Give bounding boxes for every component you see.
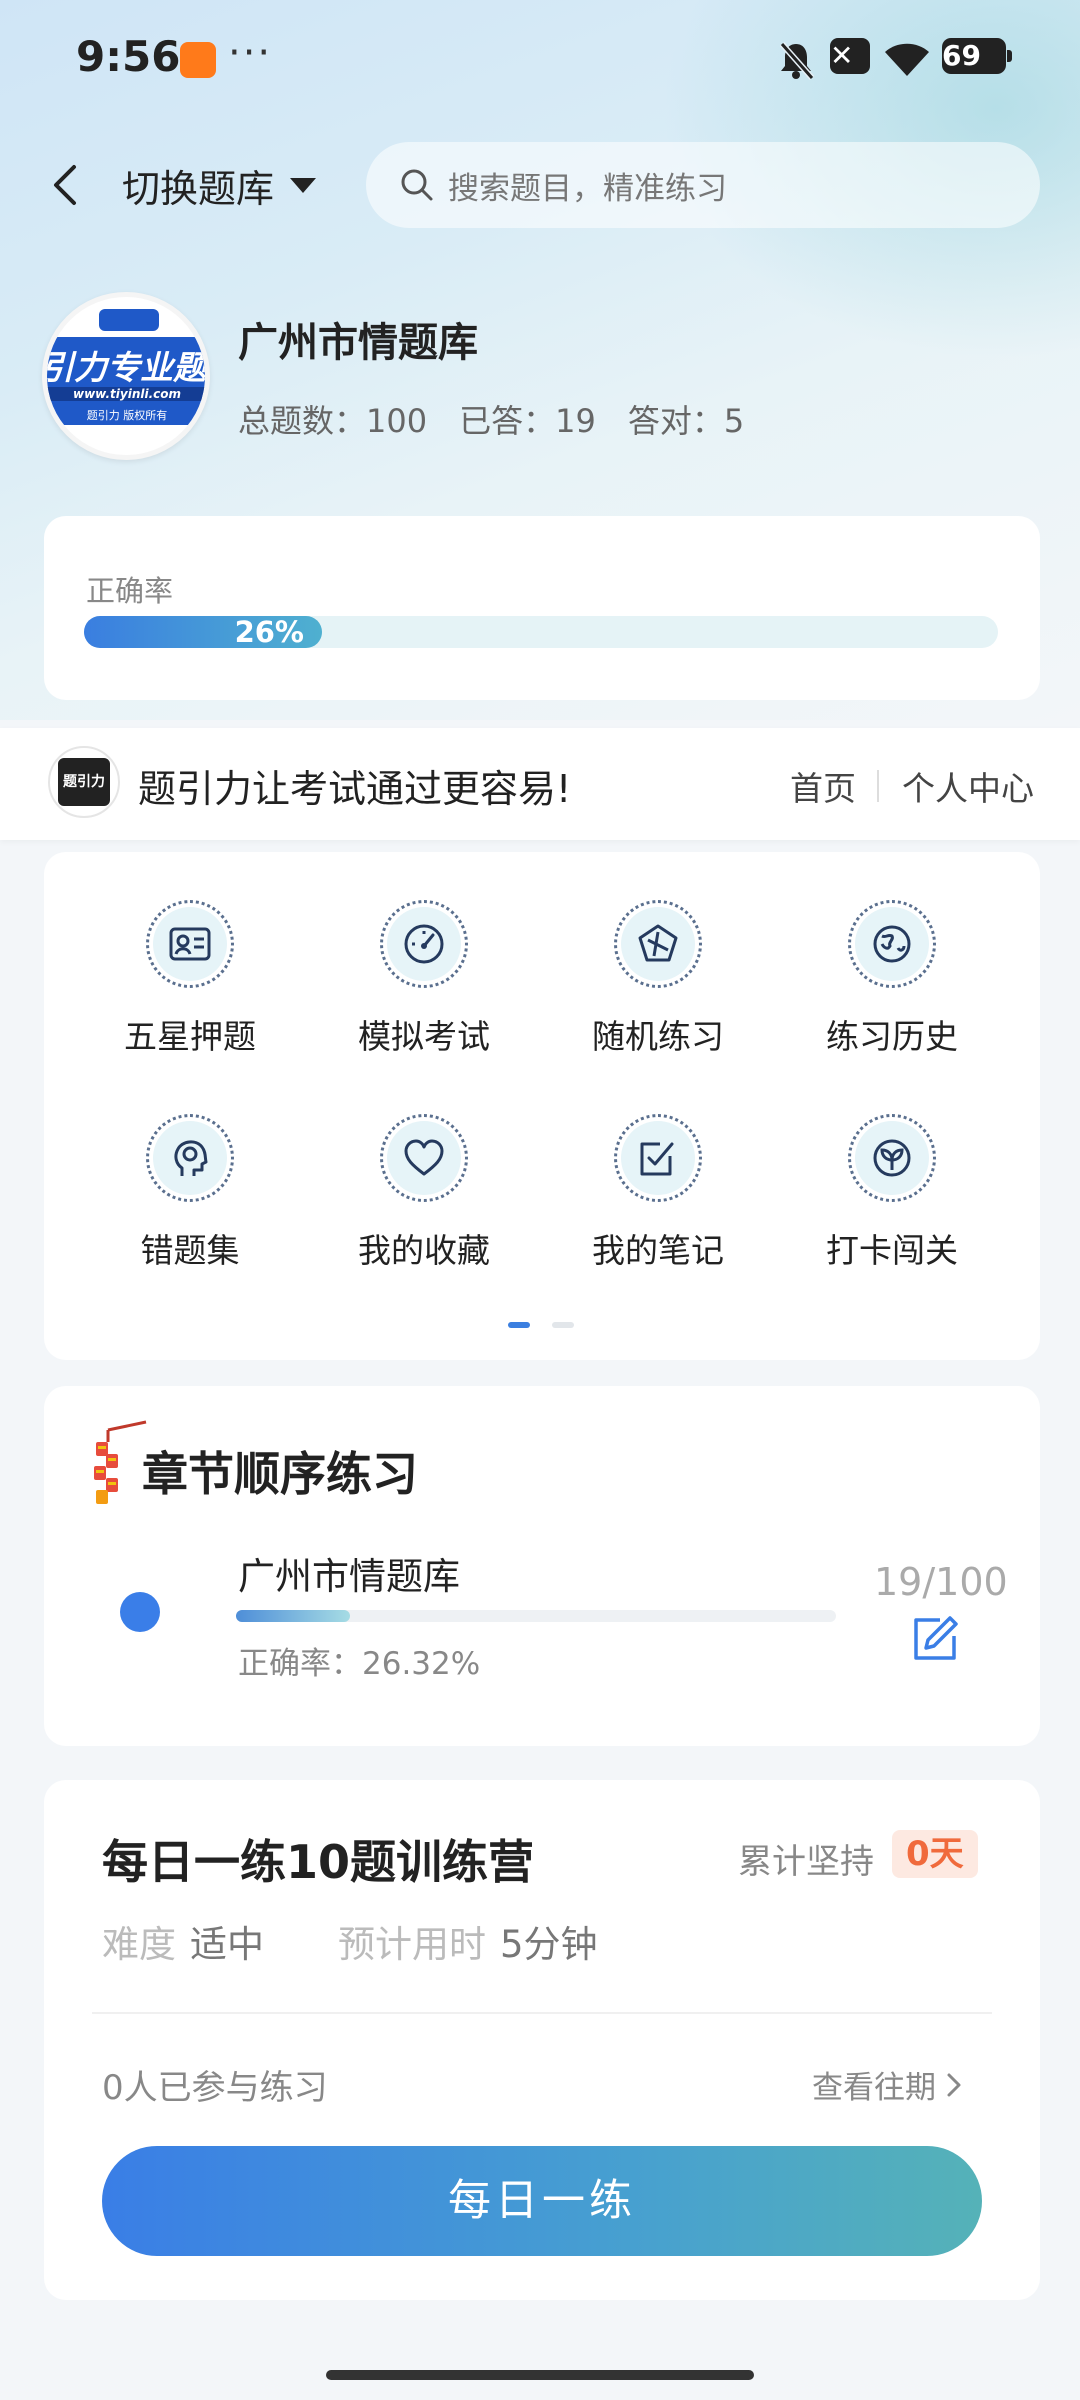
heart-icon — [387, 1121, 461, 1195]
view-history-link[interactable]: 查看往期 — [812, 2062, 962, 2107]
participants-count: 0人已参与练习 — [102, 2068, 328, 2108]
nav-profile-link[interactable]: 个人中心 — [902, 762, 1034, 810]
feature-label: 我的收藏 — [358, 1231, 490, 1270]
back-button[interactable] — [40, 150, 90, 220]
brand-slogan: 题引力让考试通过更容易! — [138, 767, 572, 811]
bank-stats: 总题数：100 已答：19 答对：5 — [238, 396, 744, 442]
firecracker-icon — [88, 1420, 150, 1510]
feature-label: 打卡闯关 — [826, 1231, 958, 1270]
feature-five-star[interactable]: 五星押题 — [70, 900, 310, 1090]
edit-icon[interactable] — [910, 1614, 960, 1664]
brand-icon-text: 题引力 — [58, 758, 110, 806]
switch-bank-label: 切换题库 — [122, 166, 275, 211]
brand-logo-icon: 题引力 — [48, 746, 120, 818]
nav-divider — [877, 770, 879, 802]
home-indicator[interactable] — [326, 2370, 754, 2380]
feature-label: 五星押题 — [124, 1017, 256, 1056]
accuracy-label: 正确率 — [86, 574, 174, 608]
chevron-left-icon — [54, 165, 76, 205]
feature-label: 练习历史 — [826, 1017, 958, 1056]
feature-random-practice[interactable]: 随机练习 — [538, 900, 778, 1090]
bank-logo: 引力专业题 www.tiyinli.com 题引力 版权所有 — [42, 292, 210, 460]
status-time: 9:56 — [76, 32, 181, 81]
persist-days-badge: 0天 — [892, 1830, 978, 1878]
time-label: 预计用时 — [338, 1923, 486, 1966]
chapter-count: 19/100 — [874, 1560, 1008, 1604]
chapter-accuracy: 正确率：26.32% — [238, 1646, 481, 1682]
nav-home-link[interactable]: 首页 — [790, 762, 856, 810]
close-notification-icon: ✕ — [830, 38, 870, 74]
difficulty-value: 适中 — [190, 1923, 264, 1966]
search-icon — [401, 169, 433, 201]
feature-label: 我的笔记 — [592, 1231, 724, 1270]
pager-dot-active[interactable] — [508, 1322, 530, 1328]
feature-label: 随机练习 — [592, 1017, 724, 1056]
bank-title: 广州市情题库 — [238, 320, 478, 366]
accuracy-progress-bar: 26% — [84, 616, 322, 648]
chapter-status-dot — [120, 1592, 160, 1632]
feature-label: 错题集 — [140, 1231, 240, 1270]
accuracy-card — [44, 516, 1040, 700]
answered-count: 已答：19 — [459, 402, 596, 440]
feature-check-in[interactable]: 打卡闯关 — [772, 1114, 1012, 1304]
feature-practice-history[interactable]: 练习历史 — [772, 900, 1012, 1090]
wifi-icon — [882, 38, 932, 82]
daily-practice-button[interactable]: 每日一练 — [102, 2146, 982, 2256]
more-notifications-icon: ··· — [228, 30, 273, 76]
caret-down-icon — [290, 177, 317, 193]
search-input[interactable]: 搜索题目，精准练习 — [366, 142, 1040, 228]
correct-count: 答对：5 — [627, 402, 745, 440]
bell-off-icon — [776, 38, 816, 82]
chevron-right-icon — [947, 2073, 961, 2096]
feature-notes[interactable]: 我的笔记 — [538, 1114, 778, 1304]
globe-icon — [855, 907, 929, 981]
chapter-section-title: 章节顺序练习 — [142, 1447, 418, 1501]
feature-label: 模拟考试 — [358, 1017, 490, 1056]
persist-label: 累计坚持 — [738, 1842, 874, 1882]
logo-url: www.tiyinli.com — [47, 387, 205, 401]
pager-dot[interactable] — [552, 1322, 574, 1328]
daily-title: 每日一练10题训练营 — [102, 1835, 535, 1889]
search-placeholder: 搜索题目，精准练习 — [448, 170, 727, 207]
shuffle-icon — [621, 907, 695, 981]
battery-icon: 69 — [942, 38, 1012, 74]
logo-copyright: 题引力 版权所有 — [86, 409, 168, 422]
note-check-icon — [621, 1121, 695, 1195]
shopping-app-icon — [180, 42, 216, 78]
gauge-icon — [387, 907, 461, 981]
time-value: 5分钟 — [500, 1923, 598, 1966]
brain-head-icon — [153, 1121, 227, 1195]
id-card-icon — [153, 907, 227, 981]
feature-mock-exam[interactable]: 模拟考试 — [304, 900, 544, 1090]
sprout-icon — [855, 1121, 929, 1195]
chapter-name: 广州市情题库 — [238, 1555, 460, 1598]
logo-text: 引力专业题 — [42, 348, 206, 387]
switch-bank-dropdown[interactable]: 切换题库 — [122, 150, 317, 220]
divider — [92, 2012, 992, 2014]
view-history-label: 查看往期 — [812, 2070, 936, 2106]
difficulty-label: 难度 — [102, 1923, 176, 1966]
daily-meta-row: 难度 适中 预计用时 5分钟 — [102, 1914, 598, 1968]
chapter-progress-bar — [236, 1610, 350, 1622]
feature-favorites[interactable]: 我的收藏 — [304, 1114, 544, 1304]
feature-wrong-questions[interactable]: 错题集 — [70, 1114, 310, 1304]
total-count: 总题数：100 — [238, 402, 428, 440]
